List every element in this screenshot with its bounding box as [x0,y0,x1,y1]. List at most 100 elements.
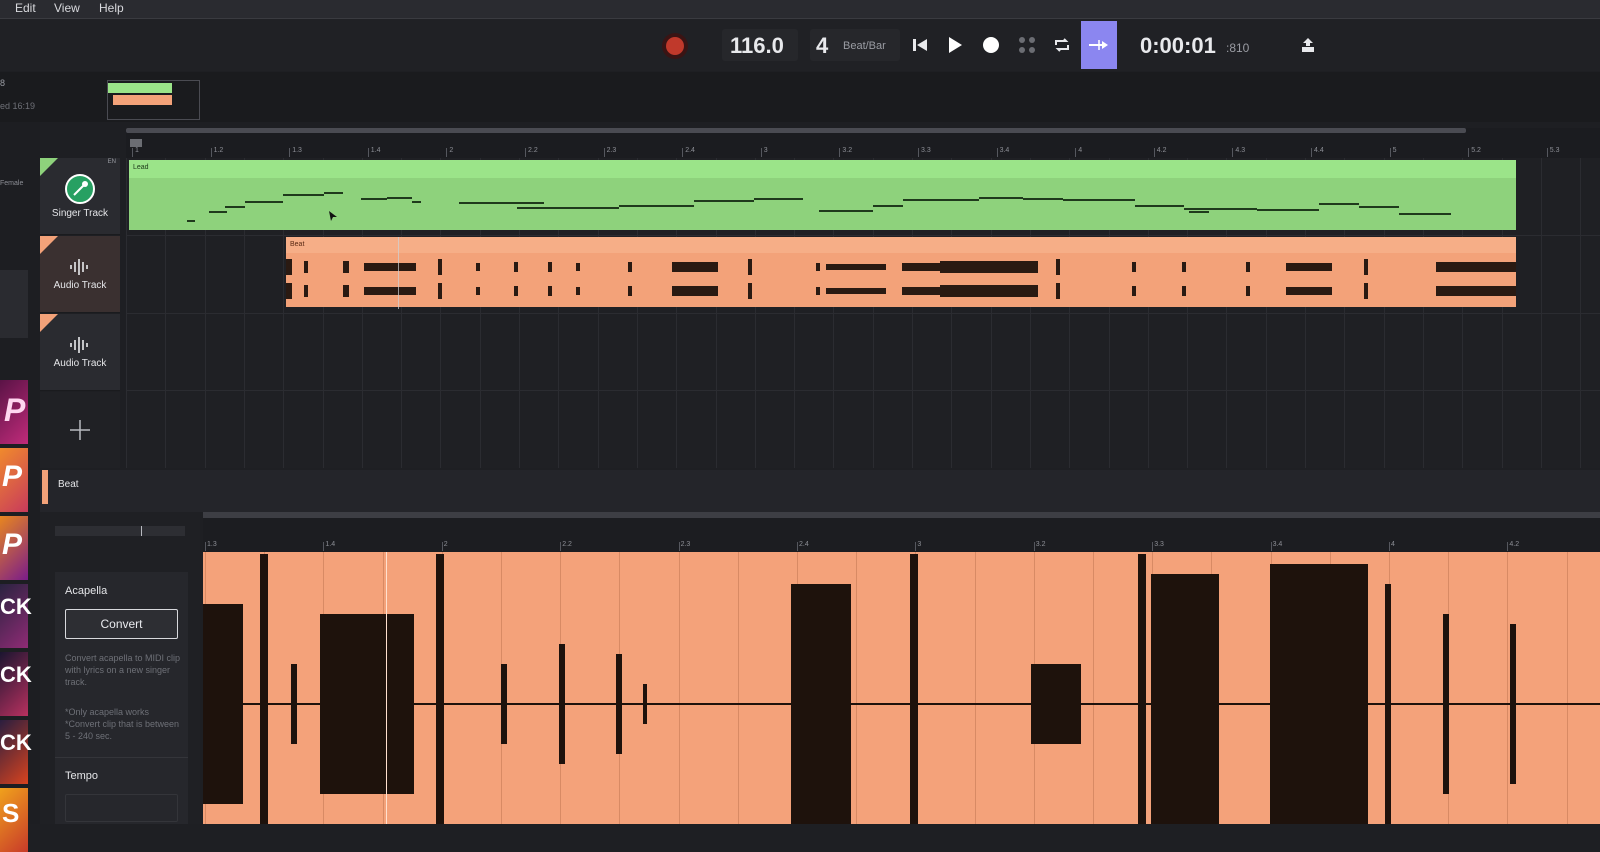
ruler-tick [682,148,684,157]
midi-note[interactable] [324,192,343,194]
menu-view[interactable]: View [54,1,80,15]
waveform-burst [364,287,416,295]
waveform [203,554,1600,824]
waveform-burst [1182,262,1186,272]
record-arm-button[interactable] [662,33,688,59]
ruler-tick [1232,148,1234,157]
export-button[interactable] [1298,35,1318,55]
midi-note[interactable] [1023,198,1063,200]
library-thumb-2[interactable]: P [0,448,28,512]
ruler-tick [839,148,841,157]
midi-note[interactable] [459,202,544,204]
rewind-button[interactable] [908,33,932,57]
ruler-tick [1270,542,1272,551]
editor-playhead[interactable] [386,552,387,824]
track-header-singer[interactable]: EN Singer Track [40,158,120,235]
midi-note[interactable] [517,207,619,209]
play-button[interactable] [943,33,967,57]
library-thumb-5[interactable]: CK [0,652,32,716]
editor-ruler[interactable]: 1.3 1.4 2 2.2 2.3 2.4 3 3.2 3.3 3.4 4 4.2 [203,512,1600,552]
midi-note[interactable] [187,220,195,222]
arrangement-area[interactable]: Lead Beat [126,158,1600,468]
midi-note[interactable] [209,211,227,213]
loop-button[interactable] [1050,33,1074,57]
ruler-label: 2.2 [528,147,538,154]
timeline-ruler[interactable]: 1 1.2 1.3 1.4 2 2.2 2.3 2.4 3 3.2 3.3 3.4 4 4.2 4.3 4.4… [126,128,1600,158]
loop-start-marker[interactable] [130,139,142,147]
library-thumb-1[interactable]: P [0,380,28,444]
ruler-label: 1.4 [370,147,381,154]
midi-note[interactable] [412,201,421,203]
editor-slider[interactable] [55,526,185,536]
library-thumb-7[interactable]: S [0,788,28,852]
add-track-button[interactable] [40,392,120,468]
midi-note[interactable] [1184,208,1257,210]
midi-note[interactable] [1319,203,1359,205]
horizontal-scrollbar[interactable] [126,128,1466,133]
ruler-label: 1 [135,147,139,154]
menu-help[interactable]: Help [99,1,124,15]
midi-note[interactable] [979,197,1023,199]
project-name: 8 [0,78,6,88]
record-button[interactable] [979,33,1003,57]
track-header-audio-1[interactable]: Audio Track [40,236,120,313]
tempo-box[interactable]: 116.0 [722,29,798,61]
library-thumb-6[interactable]: CK [0,720,32,784]
time-signature-box[interactable]: 4 Beat/Bar [810,29,900,61]
follow-playhead-button[interactable] [1081,21,1117,69]
metronome-button[interactable] [1015,33,1039,57]
waveform-burst [438,283,442,299]
ruler-tick [289,148,291,157]
ruler-tick [441,542,443,551]
ruler-label: 3.2 [1035,541,1046,548]
waveform-burst [748,283,752,299]
acapella-title: Acapella [65,585,108,597]
slider-handle[interactable] [141,526,142,536]
library-thumb-4[interactable]: CK [0,584,32,648]
waveform-burst [1364,259,1368,275]
waveform-burst [826,288,886,294]
midi-note[interactable] [1063,199,1135,201]
midi-note[interactable] [694,200,754,202]
waveform-burst [1436,262,1516,272]
midi-note[interactable] [873,205,903,207]
midi-note[interactable] [1189,211,1209,213]
midi-note[interactable] [1135,205,1184,207]
midi-note[interactable] [283,194,324,196]
library-thumb-3[interactable]: P [0,516,28,580]
midi-note[interactable] [619,205,694,207]
waveform-burst [1436,286,1516,296]
overview-strip: 8 ed 16:19 [0,72,1600,122]
waveform-editor[interactable] [203,552,1600,824]
ruler-label: 3.3 [921,147,931,154]
ruler-tick [1311,148,1312,157]
midi-note[interactable] [754,198,803,200]
midi-note[interactable] [387,197,412,199]
export-icon [1302,38,1314,52]
menu-edit[interactable]: Edit [15,1,36,15]
ruler-label: 1.4 [325,541,336,548]
ruler-tick [996,148,998,157]
ruler-tick [1152,542,1154,551]
ruler-label: 4.2 [1156,147,1167,154]
time-signature-value: 4 [816,33,829,58]
beat-clip[interactable]: Beat [286,237,1516,307]
ruler-tick [205,542,206,551]
convert-button[interactable]: Convert [65,609,178,639]
playhead[interactable] [398,237,399,309]
midi-note[interactable] [361,198,387,200]
midi-note[interactable] [1359,206,1399,208]
midi-note[interactable] [225,206,245,208]
midi-note[interactable] [1257,209,1319,211]
midi-note[interactable] [1399,213,1451,215]
editor-scrollbar[interactable] [203,512,1600,518]
ruler-label: 2.2 [562,541,572,548]
midi-note[interactable] [903,199,979,201]
midi-note[interactable] [245,201,283,203]
midi-note[interactable] [819,210,873,212]
track-color-tag [40,158,58,176]
ruler-label: 3 [917,541,922,548]
overview-minimap[interactable] [107,80,200,120]
tempo-action-button[interactable] [65,794,178,822]
track-header-audio-2[interactable]: Audio Track [40,314,120,391]
